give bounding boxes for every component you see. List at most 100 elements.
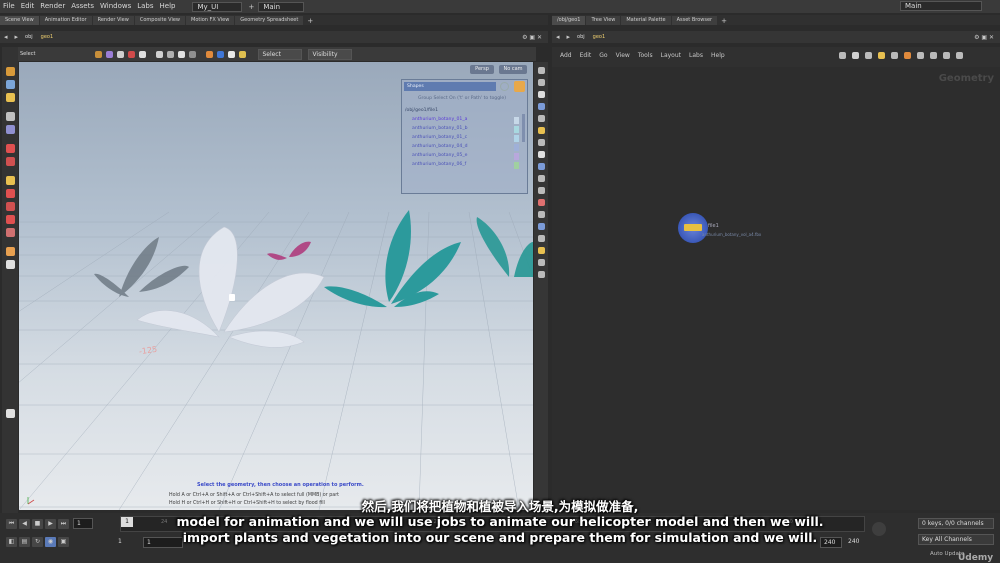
menu-file[interactable]: File <box>0 0 18 13</box>
thumbnail-icon[interactable] <box>930 52 937 59</box>
paint-select-icon[interactable] <box>178 50 186 58</box>
network-help-icon[interactable] <box>956 52 963 59</box>
tab-asset-browser[interactable]: Asset Browser <box>671 16 718 25</box>
select-tool-icon[interactable] <box>5 112 15 121</box>
pin-icon[interactable] <box>839 52 846 59</box>
snap-icon[interactable] <box>5 157 15 166</box>
tab-network-path[interactable]: /obj/geo1 <box>552 16 586 25</box>
menu-labs[interactable]: Labs <box>134 0 156 13</box>
network-box-icon[interactable] <box>891 52 898 59</box>
tree-item[interactable]: anthurium_botany_01_c <box>412 135 467 140</box>
tab-animation-editor[interactable]: Animation Editor <box>39 16 92 25</box>
snap-grid-icon[interactable] <box>5 202 15 211</box>
forward-arrow-icon[interactable]: ▸ <box>12 33 22 41</box>
tree-item[interactable]: anthurium_botany_01_a <box>412 117 467 122</box>
net-menu-labs[interactable]: Labs <box>689 52 703 59</box>
record-icon[interactable] <box>5 144 15 153</box>
visibility-dropdown[interactable]: Visibility <box>308 48 353 60</box>
box-select-icon[interactable] <box>156 50 164 58</box>
add-tab-icon-right[interactable]: + <box>718 17 730 25</box>
net-menu-view[interactable]: View <box>616 52 630 59</box>
panel-scrollbar[interactable] <box>522 114 525 142</box>
snap-point-icon[interactable] <box>5 228 15 237</box>
net-menu-tools[interactable]: Tools <box>638 52 653 59</box>
net-menu-go[interactable]: Go <box>599 52 607 59</box>
menu-windows[interactable]: Windows <box>97 0 134 13</box>
pyro-icon[interactable] <box>537 247 545 254</box>
select-visible-icon[interactable] <box>206 50 214 58</box>
network-editor[interactable]: Geometry file1 anthurium_botany_vol_a4.f… <box>552 67 1000 510</box>
tab-composite-view[interactable]: Composite View <box>134 16 185 25</box>
magnet-icon[interactable] <box>5 189 15 198</box>
tree-item[interactable]: anthurium_botany_06_f <box>412 162 466 167</box>
add-tab-icon[interactable]: + <box>304 17 316 25</box>
ghost-icon[interactable] <box>5 409 15 418</box>
net-menu-help[interactable]: Help <box>711 52 725 59</box>
back-arrow-icon-right[interactable]: ◂ <box>552 33 564 41</box>
background-icon[interactable] <box>537 235 545 242</box>
normal-display-icon[interactable] <box>537 115 545 122</box>
net-menu-layout[interactable]: Layout <box>661 52 681 59</box>
net-menu-add[interactable]: Add <box>560 52 572 59</box>
path-geo1[interactable]: geo1 <box>37 34 58 40</box>
shape-palette-icon[interactable] <box>917 52 924 59</box>
tab-render-view[interactable]: Render View <box>92 16 134 25</box>
perspective-menu[interactable]: Persp <box>470 65 494 74</box>
tree-item[interactable]: anthurium_botany_04_d <box>412 144 468 149</box>
select-groups-icon[interactable] <box>217 50 225 58</box>
add-selection-icon[interactable] <box>514 81 525 92</box>
file-node[interactable] <box>678 213 708 243</box>
tab-tree-view[interactable]: Tree View <box>586 16 621 25</box>
path-obj[interactable]: obj <box>21 34 37 40</box>
path-geo1-right[interactable]: geo1 <box>589 34 610 40</box>
snap-prim-icon[interactable] <box>5 215 15 224</box>
tab-motion-fx-view[interactable]: Motion FX View <box>186 16 235 25</box>
pane-options-icon[interactable]: ⚙ ▣ ✕ <box>522 34 542 41</box>
select-primitives-icon[interactable] <box>128 50 136 58</box>
main-context-select[interactable]: Main <box>900 1 982 11</box>
tree-item[interactable]: anthurium_botany_05_e <box>412 153 467 158</box>
lasso-select-icon[interactable] <box>167 50 175 58</box>
network-options-icon[interactable] <box>943 52 950 59</box>
display-option-icon[interactable] <box>537 67 545 74</box>
net-menu-edit[interactable]: Edit <box>580 52 592 59</box>
tab-scene-view[interactable]: Scene View <box>0 16 39 25</box>
sticky-note-icon[interactable] <box>878 52 885 59</box>
selection-mode-dropdown[interactable]: Shapes <box>404 82 496 91</box>
ghost-display-icon[interactable] <box>537 91 545 98</box>
desktop-select[interactable]: My_UI <box>192 1 243 12</box>
light-display-icon[interactable] <box>537 127 545 134</box>
backface-icon[interactable] <box>537 175 545 182</box>
color-palette-icon[interactable] <box>904 52 911 59</box>
pose-tool-icon[interactable] <box>5 93 15 102</box>
texture-icon[interactable] <box>537 259 545 266</box>
render-icon[interactable] <box>5 260 15 269</box>
select-mode-dropdown[interactable]: Select <box>258 48 303 60</box>
select-objects-icon[interactable] <box>95 50 103 58</box>
tree-item[interactable]: anthurium_botany_01_b <box>412 126 468 131</box>
main-desktop-select[interactable]: Main <box>258 1 305 12</box>
bounding-box-icon[interactable] <box>537 199 545 206</box>
isolate-icon[interactable] <box>537 211 545 218</box>
sticky-select-icon[interactable] <box>239 50 247 58</box>
camera-menu[interactable]: No cam <box>499 65 527 74</box>
laser-select-icon[interactable] <box>189 50 197 58</box>
grid-display-icon[interactable] <box>537 223 545 230</box>
camera-display-icon[interactable] <box>537 139 545 146</box>
secure-select-icon[interactable] <box>228 50 236 58</box>
menu-render[interactable]: Render <box>37 0 68 13</box>
lock-icon[interactable] <box>5 125 15 134</box>
tree-root[interactable]: /obj/geo1/file1 <box>405 108 438 113</box>
render-region-icon[interactable] <box>537 271 545 278</box>
select-points-icon[interactable] <box>106 50 114 58</box>
grid-icon[interactable] <box>852 52 859 59</box>
wireframe-icon[interactable] <box>537 151 545 158</box>
plus-icon[interactable]: + <box>248 3 254 11</box>
point-display-icon[interactable] <box>537 103 545 110</box>
select-vertices-icon[interactable] <box>139 50 147 58</box>
light-icon[interactable] <box>5 176 15 185</box>
menu-help[interactable]: Help <box>157 0 179 13</box>
tab-geometry-spreadsheet[interactable]: Geometry Spreadsheet <box>235 16 304 25</box>
refresh-icon[interactable] <box>500 82 509 91</box>
layout-icon[interactable] <box>865 52 872 59</box>
